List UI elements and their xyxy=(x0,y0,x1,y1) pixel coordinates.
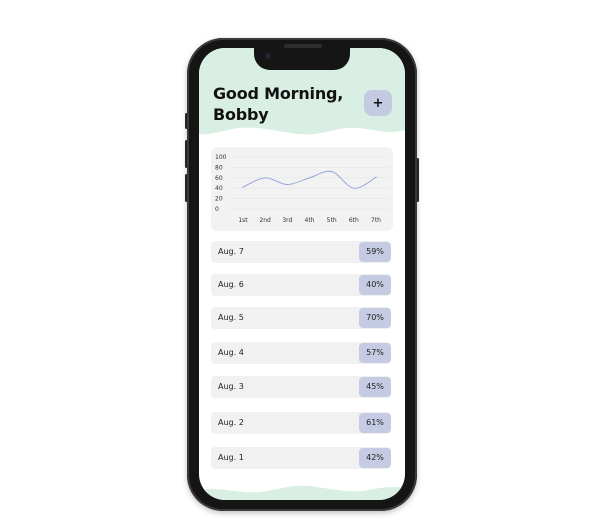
speaker-grille xyxy=(284,44,322,48)
day-label: Aug. 3 xyxy=(218,382,244,391)
day-percent-badge: 70% xyxy=(359,308,391,328)
x-tick-label: 1st xyxy=(238,217,248,224)
day-percent-badge: 61% xyxy=(359,413,391,433)
day-label: Aug. 1 xyxy=(218,453,244,462)
x-tick-label: 3rd xyxy=(282,217,292,224)
day-row[interactable]: Aug. 3 45% xyxy=(211,376,391,398)
y-tick-label: 100 xyxy=(215,154,227,161)
x-tick-label: 2nd xyxy=(259,217,271,224)
day-row[interactable]: Aug. 6 40% xyxy=(211,274,391,296)
y-tick-label: 40 xyxy=(215,185,223,192)
day-percent-badge: 42% xyxy=(359,448,391,468)
day-row[interactable]: Aug. 4 57% xyxy=(211,342,391,364)
data-point xyxy=(242,186,244,188)
data-point xyxy=(308,177,311,179)
data-point xyxy=(353,187,355,189)
day-row[interactable]: Aug. 2 61% xyxy=(211,412,391,434)
day-label: Aug. 5 xyxy=(218,313,244,322)
y-tick-label: 20 xyxy=(215,196,223,203)
stage: Good Morning, Bobby + 100 80 60 40 20 0 1st 2nd 3… xyxy=(0,0,600,531)
day-row[interactable]: Aug. 1 42% xyxy=(211,447,391,469)
line-chart: 100 80 60 40 20 0 1st 2nd 3rd 4th 5th 6th 7th xyxy=(215,154,389,224)
data-point xyxy=(264,177,266,179)
day-percent-badge: 45% xyxy=(359,377,391,397)
greeting-line-1: Good Morning, xyxy=(213,84,344,103)
y-tick-label: 80 xyxy=(215,164,223,171)
greeting-title: Good Morning, Bobby xyxy=(213,83,343,125)
chart-card: 100 80 60 40 20 0 1st 2nd 3rd 4th 5th 6th 7th xyxy=(211,147,393,231)
y-tick-label: 60 xyxy=(215,175,223,182)
day-row[interactable]: Aug. 5 70% xyxy=(211,307,391,329)
footer-wave xyxy=(199,485,405,500)
front-camera xyxy=(265,53,271,59)
day-percent-badge: 57% xyxy=(359,343,391,363)
y-tick-label: 0 xyxy=(215,206,219,213)
data-point xyxy=(331,170,333,173)
greeting-line-2: Bobby xyxy=(213,105,269,124)
x-tick-label: 7th xyxy=(371,217,381,224)
day-percent-badge: 40% xyxy=(359,275,391,295)
day-label: Aug. 4 xyxy=(218,348,244,357)
day-label: Aug. 6 xyxy=(218,280,244,289)
data-point xyxy=(286,183,288,186)
x-tick-label: 4th xyxy=(305,217,315,224)
x-tick-label: 5th xyxy=(327,217,337,224)
add-button[interactable]: + xyxy=(364,90,392,116)
data-point xyxy=(375,176,377,178)
day-label: Aug. 7 xyxy=(218,247,244,256)
series-line xyxy=(242,170,377,189)
x-tick-label: 6th xyxy=(349,217,359,224)
day-row[interactable]: Aug. 7 59% xyxy=(211,241,391,263)
footer-wave-shape xyxy=(199,485,405,500)
app-screen: Good Morning, Bobby + 100 80 60 40 20 0 1st 2nd 3… xyxy=(199,48,405,500)
day-label: Aug. 2 xyxy=(218,418,244,427)
day-percent-badge: 59% xyxy=(359,242,391,262)
